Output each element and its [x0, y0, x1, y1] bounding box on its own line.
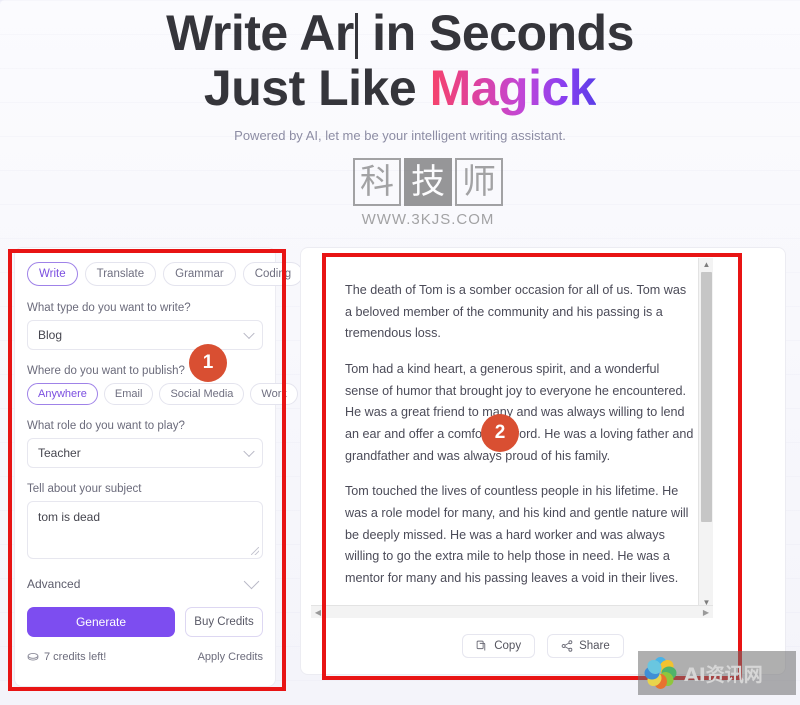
- watermark-char-2: 技: [404, 158, 452, 206]
- tab-translate[interactable]: Translate: [84, 262, 157, 286]
- tab-grammar[interactable]: Grammar: [163, 262, 236, 286]
- publish-option-email[interactable]: Email: [103, 383, 154, 405]
- role-label: What role do you want to play?: [27, 420, 185, 432]
- advanced-label: Advanced: [27, 577, 81, 591]
- subject-input[interactable]: tom is dead: [27, 501, 263, 559]
- credits-row: 7 credits left! Apply Credits: [27, 651, 263, 663]
- watermark-url: WWW.3KJS.COM: [361, 211, 495, 228]
- write-type-value: Blog: [38, 328, 63, 342]
- output-paragraph: Tom had a kind heart, a generous spirit,…: [345, 361, 694, 463]
- publish-target-options: Anywhere Email Social Media Work: [27, 383, 298, 405]
- share-icon: [561, 640, 573, 652]
- page-title: Write Ar in Seconds Just Like Magick: [0, 0, 800, 114]
- headline-line-2: Just Like Magick: [0, 63, 800, 114]
- buy-credits-button[interactable]: Buy Credits: [185, 607, 263, 637]
- credits-text: 7 credits left!: [44, 651, 107, 663]
- action-buttons: Generate Buy Credits: [27, 607, 263, 637]
- chevron-down-icon: [243, 445, 255, 458]
- chevron-down-icon: [243, 327, 255, 340]
- writing-options-panel: Write Translate Grammar Coding What type…: [14, 247, 304, 687]
- role-value: Teacher: [38, 446, 81, 460]
- headline-line2-prefix: Just Like: [203, 60, 430, 116]
- annotation-badge-2: 2: [481, 414, 519, 452]
- output-horizontal-scrollbar[interactable]: ◀ ▶: [311, 605, 713, 618]
- subject-value: tom is dead: [38, 510, 101, 524]
- vertical-scrollbar-thumb[interactable]: [701, 272, 712, 522]
- subject-label: Tell about your subject: [27, 483, 142, 495]
- chevron-down-icon: [243, 573, 260, 589]
- generate-button[interactable]: Generate: [27, 607, 175, 637]
- headline-text-part1: Write Ar: [166, 5, 354, 61]
- coin-icon: [27, 653, 39, 661]
- resize-handle-icon[interactable]: [251, 547, 259, 555]
- corner-watermark: AI资讯网: [638, 651, 796, 695]
- mode-tabs: Write Translate Grammar Coding: [27, 262, 304, 286]
- write-type-label: What type do you want to write?: [27, 302, 191, 314]
- scroll-left-arrow-icon[interactable]: ◀: [311, 606, 325, 619]
- watermark-char-1: 科: [353, 158, 401, 206]
- write-type-select[interactable]: Blog: [27, 320, 263, 350]
- annotation-badge-1: 1: [189, 344, 227, 382]
- headline-highlight-magick: Magick: [429, 60, 597, 116]
- copy-icon: [476, 640, 486, 651]
- flower-logo-icon: [644, 656, 678, 690]
- advanced-toggle[interactable]: Advanced: [27, 573, 263, 591]
- apply-credits-link[interactable]: Apply Credits: [198, 651, 263, 663]
- tab-write[interactable]: Write: [27, 262, 78, 286]
- publish-option-work[interactable]: Work: [250, 383, 298, 405]
- output-vertical-scrollbar[interactable]: ▲ ▼: [698, 258, 713, 610]
- hero-section: Write Ar in Seconds Just Like Magick Pow…: [0, 0, 800, 144]
- credits-status: 7 credits left!: [27, 651, 106, 663]
- output-paragraph: Tom touched the lives of countless peopl…: [345, 484, 689, 585]
- tab-coding[interactable]: Coding: [242, 262, 304, 286]
- output-panel: The death of Tom is a somber occasion fo…: [300, 247, 786, 675]
- watermark-characters: 科 技 师: [348, 158, 508, 206]
- corner-watermark-text: AI资讯网: [684, 663, 763, 686]
- publish-target-label: Where do you want to publish?: [27, 365, 185, 377]
- hero-subtitle: Powered by AI, let me be your intelligen…: [234, 128, 566, 143]
- watermark-char-3: 师: [455, 158, 503, 206]
- scroll-right-arrow-icon[interactable]: ▶: [699, 606, 713, 619]
- publish-option-social-media[interactable]: Social Media: [159, 383, 245, 405]
- share-label: Share: [579, 640, 610, 652]
- headline-text-part2: in Seconds: [358, 5, 634, 61]
- scroll-up-arrow-icon[interactable]: ▲: [699, 258, 714, 272]
- role-select[interactable]: Teacher: [27, 438, 263, 468]
- site-watermark-logo: 科 技 师 WWW.3KJS.COM: [348, 158, 508, 228]
- copy-button[interactable]: Copy: [462, 634, 536, 658]
- share-button[interactable]: Share: [547, 634, 624, 658]
- output-paragraph: The death of Tom is a somber occasion fo…: [345, 283, 687, 341]
- text-cursor-icon: [354, 13, 358, 59]
- copy-label: Copy: [494, 640, 522, 652]
- publish-option-anywhere[interactable]: Anywhere: [27, 383, 98, 405]
